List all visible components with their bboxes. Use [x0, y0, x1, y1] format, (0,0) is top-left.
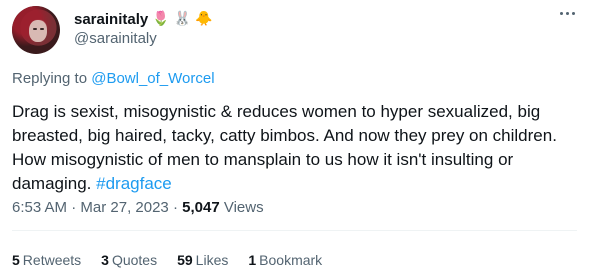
tweet-body: Drag is sexist, misogynistic & reduces w… [12, 102, 557, 193]
chick-emoji-icon: 🐥 [195, 11, 213, 27]
quotes-count: 3 [101, 252, 109, 268]
hashtag-link[interactable]: #dragface [96, 174, 172, 193]
tweet-text: Drag is sexist, misogynistic & reduces w… [12, 100, 577, 196]
more-dot [572, 12, 575, 15]
retweets-label: Retweets [22, 252, 82, 268]
bookmarks-stat[interactable]: 1 Bookmark [248, 252, 322, 268]
tweet-date[interactable]: Mar 27, 2023 [80, 199, 168, 216]
more-dot [560, 12, 563, 15]
retweets-count: 5 [12, 252, 20, 268]
quotes-stat[interactable]: 3 Quotes [101, 252, 157, 268]
more-options-icon[interactable] [560, 12, 575, 15]
author-name-row: sarainitaly 🌷 🐰 🐥 [74, 9, 213, 29]
views-count: 5,047 [182, 199, 220, 216]
meta-separator: · [168, 199, 183, 216]
replying-to: Replying to @Bowl_of_Worcel [12, 70, 215, 87]
quotes-label: Quotes [111, 252, 158, 268]
more-dot [566, 12, 569, 15]
tweet-time[interactable]: 6:53 AM [12, 199, 67, 216]
likes-stat[interactable]: 59 Likes [177, 252, 228, 268]
tweet-meta: 6:53 AM · Mar 27, 2023 · 5,047 Views [12, 199, 264, 216]
avatar-eye-right [40, 28, 44, 30]
bookmarks-label: Bookmark [259, 252, 323, 268]
display-name[interactable]: sarainitaly [74, 11, 148, 28]
avatar-face [29, 20, 47, 42]
tulip-emoji-icon: 🌷 [152, 11, 170, 27]
likes-label: Likes [195, 252, 229, 268]
reply-target-link[interactable]: @Bowl_of_Worcel [91, 70, 214, 87]
user-handle[interactable]: @sarainitaly [74, 30, 157, 47]
likes-count: 59 [177, 252, 193, 268]
rabbit-emoji-icon: 🐰 [173, 11, 192, 27]
meta-separator: · [67, 199, 81, 216]
divider [12, 230, 577, 231]
bookmarks-count: 1 [248, 252, 257, 268]
avatar[interactable] [12, 6, 60, 54]
avatar-eye-left [33, 28, 37, 30]
views-label: Views [219, 199, 264, 216]
replying-to-prefix: Replying to [12, 70, 92, 87]
engagement-stats: 5 Retweets 3 Quotes 59 Likes 1 Bookmark [12, 252, 322, 268]
retweets-stat[interactable]: 5 Retweets [12, 252, 81, 268]
